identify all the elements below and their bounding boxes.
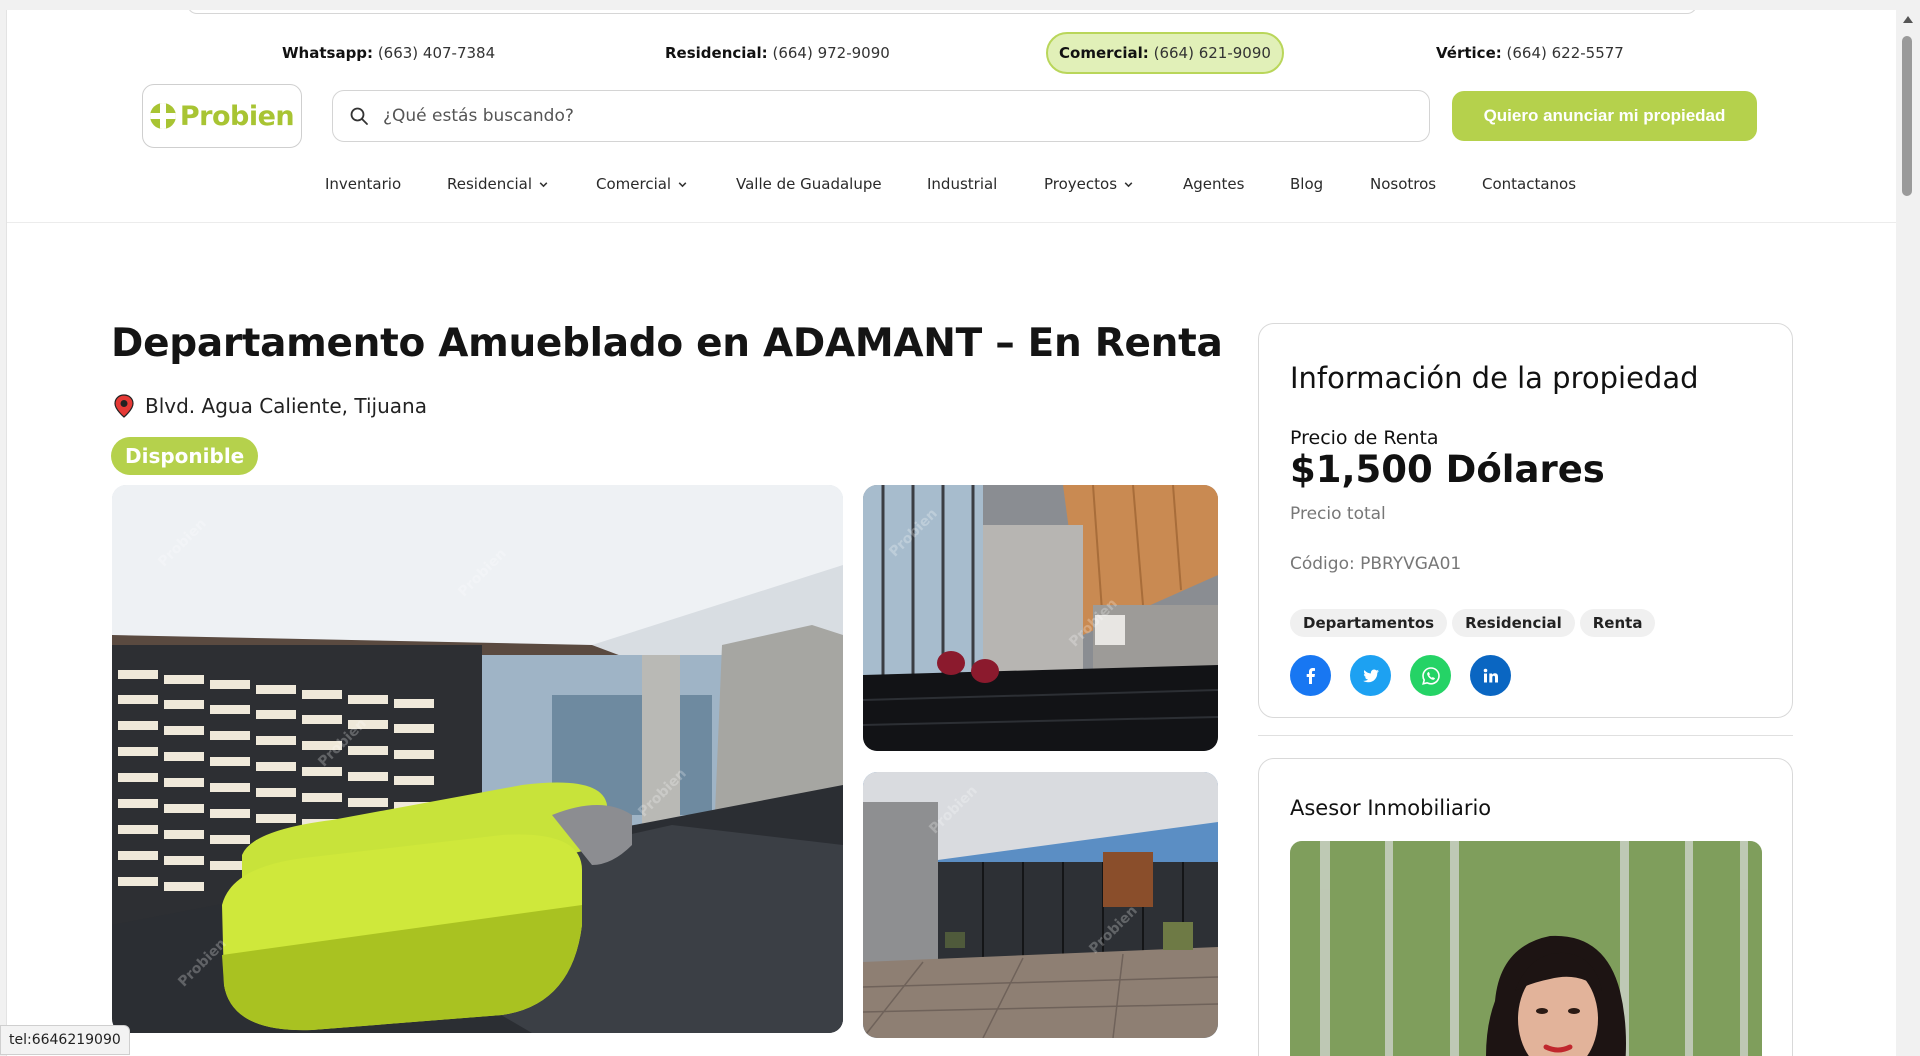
price-note: Precio total [1290, 504, 1386, 524]
property-code: Código: PBRYVGA01 [1290, 554, 1462, 574]
contact-residencial[interactable]: Residencial: (664) 972-9090 [665, 32, 890, 74]
main-photo[interactable]: Probien Probien Probien Probien Probien [112, 485, 843, 1033]
contact-label: Whatsapp: [282, 44, 374, 62]
contact-whatsapp[interactable]: Whatsapp: (663) 407-7384 [282, 32, 495, 74]
nav-label: Industrial [927, 175, 998, 193]
sidebar-divider [1258, 735, 1793, 736]
gallery-photo[interactable]: Probien Probien [863, 772, 1218, 1038]
building-entrance-photo [863, 772, 1218, 1038]
status-badge: Disponible [111, 437, 259, 475]
browser-top-edge [187, 10, 1697, 14]
listing-location: Blvd. Agua Caliente, Tijuana [113, 394, 427, 418]
advisor-photo[interactable] [1290, 841, 1762, 1056]
price-value: $1,500 Dólares [1290, 448, 1605, 491]
property-info-heading: Información de la propiedad [1290, 361, 1699, 395]
contact-value: (664) 621-9090 [1153, 44, 1271, 62]
page-title: Departamento Amueblado en ADAMANT – En R… [111, 321, 1223, 366]
location-pin-icon [114, 394, 134, 418]
link-status-bar: tel:6646219090 [0, 1025, 130, 1055]
nav-label: Nosotros [1370, 175, 1437, 193]
nav-item-comercial[interactable]: Comercial [596, 175, 688, 193]
nav-label: Contactanos [1482, 175, 1577, 193]
nav-item-nosotros[interactable]: Nosotros [1370, 175, 1436, 193]
advertise-property-button[interactable]: Quiero anunciar mi propiedad [1452, 91, 1757, 141]
share-linkedin-button[interactable] [1470, 655, 1511, 696]
contact-label: Vértice: [1436, 44, 1502, 62]
whatsapp-icon [1421, 666, 1440, 685]
nav-item-contactanos[interactable]: Contactanos [1482, 175, 1576, 193]
page: Whatsapp: (663) 407-7384 Residencial: (6… [6, 10, 1896, 1056]
nav-label: Blog [1290, 175, 1324, 193]
advisor-card: Asesor Inmobiliario [1258, 758, 1793, 1056]
chevron-down-icon [678, 181, 687, 187]
nav-label: Residencial [447, 175, 532, 193]
contact-label: Residencial: [665, 44, 768, 62]
tag-renta[interactable]: Renta [1579, 609, 1656, 637]
contact-comercial[interactable]: Comercial: (664) 621-9090 [1046, 32, 1284, 74]
chevron-down-icon [1124, 181, 1133, 187]
scroll-up-arrow-icon[interactable] [1903, 16, 1913, 23]
page-scrollbar[interactable] [1896, 10, 1920, 1056]
logo-text: Probien [179, 100, 295, 132]
nav-item-blog[interactable]: Blog [1290, 175, 1323, 193]
nav-item-industrial[interactable]: Industrial [927, 175, 997, 193]
search-bar[interactable] [332, 90, 1430, 142]
nav-label: Comercial [596, 175, 672, 193]
chevron-down-icon [539, 181, 548, 187]
logo-mark-icon [149, 103, 176, 129]
contact-value: (663) 407-7384 [377, 44, 496, 62]
twitter-icon [1362, 669, 1379, 682]
search-input[interactable] [383, 106, 1283, 126]
share-facebook-button[interactable] [1290, 655, 1331, 696]
gallery-photo[interactable]: Probien Probien [863, 485, 1218, 751]
contact-value: (664) 972-9090 [772, 44, 890, 62]
scrollbar-thumb[interactable] [1902, 36, 1912, 196]
site-logo[interactable]: Probien [142, 84, 302, 148]
tag-departamentos[interactable]: Departamentos [1290, 609, 1448, 637]
contact-label: Comercial: [1059, 44, 1149, 62]
nav-label: Agentes [1183, 175, 1245, 193]
nav-item-proyectos[interactable]: Proyectos [1044, 175, 1134, 193]
advisor-heading: Asesor Inmobiliario [1290, 796, 1492, 820]
nav-item-inventario[interactable]: Inventario [325, 175, 401, 193]
advisor-portrait [1290, 841, 1762, 1056]
location-text: Blvd. Agua Caliente, Tijuana [145, 394, 427, 418]
property-info-card: Información de la propiedad Precio de Re… [1258, 323, 1793, 718]
share-twitter-button[interactable] [1350, 655, 1391, 696]
linkedin-icon [1483, 668, 1498, 682]
search-icon [350, 107, 368, 125]
contact-vertice[interactable]: Vértice: (664) 622-5577 [1436, 32, 1624, 74]
nav-item-valle-de-guadalupe[interactable]: Valle de Guadalupe [736, 175, 882, 193]
nav-label: Proyectos [1044, 175, 1118, 193]
nav-label: Inventario [325, 175, 402, 193]
property-tags: Departamentos Residencial Renta [1290, 609, 1656, 637]
price-label: Precio de Renta [1290, 427, 1439, 449]
facebook-icon [1306, 667, 1315, 684]
tag-residencial[interactable]: Residencial [1452, 609, 1575, 637]
nav-label: Valle de Guadalupe [736, 175, 882, 193]
nav-item-residencial[interactable]: Residencial [447, 175, 549, 193]
contact-value: (664) 622-5577 [1506, 44, 1624, 62]
share-buttons [1290, 655, 1511, 696]
header-divider [7, 222, 1896, 223]
nav-item-agentes[interactable]: Agentes [1183, 175, 1244, 193]
main-nav: Inventario Residencial Comercial Valle d… [7, 175, 1896, 203]
share-whatsapp-button[interactable] [1410, 655, 1451, 696]
